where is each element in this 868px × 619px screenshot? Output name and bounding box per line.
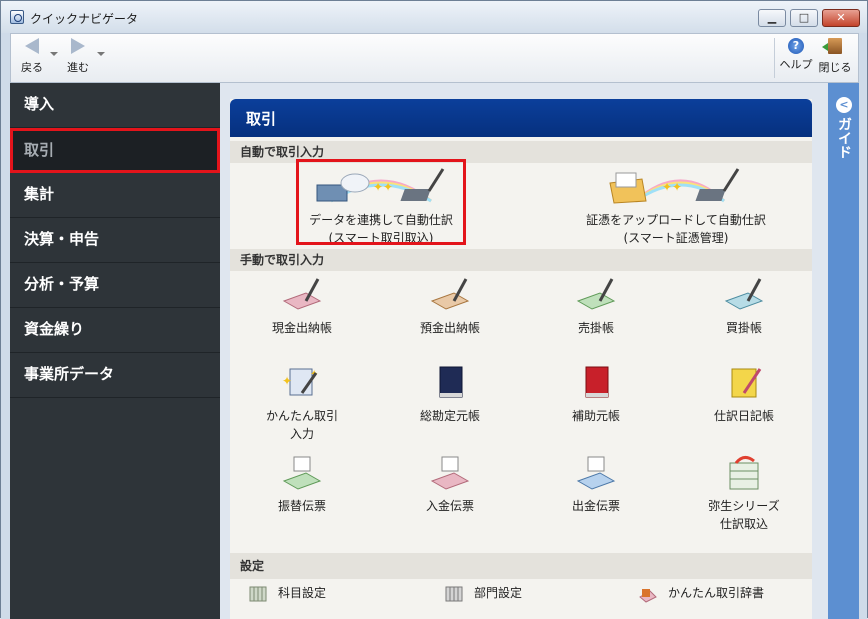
cash-book-label: 現金出納帳: [271, 321, 332, 335]
easy-entry-icon: ✦ ✦: [282, 368, 318, 396]
sidebar-item-setup[interactable]: 導入: [10, 83, 220, 128]
payment-slip-label: 出金伝票: [571, 499, 620, 513]
smart-voucher-line1: 証憑をアップロードして自動仕訳: [586, 213, 766, 227]
window-frame-right: [859, 33, 867, 619]
receivables-book-icon: [576, 278, 616, 310]
sidebar-item-closing[interactable]: 決算・申告: [10, 218, 220, 263]
deposit-slip-item[interactable]: 入金伝票: [390, 455, 510, 515]
title-bar: クイックナビゲータ ▁ □ ✕: [1, 1, 867, 33]
transactions-panel: 取引 自動で取引入力 ✦✦ データを連携して自動仕訳 (スマート取引取込) ✦✦…: [230, 99, 812, 619]
main-area: 取引 自動で取引入力 ✦✦ データを連携して自動仕訳 (スマート取引取込) ✦✦…: [220, 83, 828, 619]
settings-section-header: 設定: [230, 553, 812, 579]
back-dropdown-icon[interactable]: [50, 52, 58, 56]
sidebar-item-business-data[interactable]: 事業所データ: [10, 353, 220, 398]
help-icon: ?: [788, 38, 804, 54]
window-title: クイックナビゲータ: [30, 12, 139, 26]
panel-title: 取引: [230, 99, 812, 137]
smart-voucher-line2: (スマート証憑管理): [623, 231, 729, 245]
department-settings-icon: [445, 586, 463, 601]
chevron-left-icon: <: [836, 97, 852, 113]
svg-text:✦: ✦: [282, 374, 292, 388]
payment-slip-icon: [576, 456, 616, 490]
yayoi-import-icon: [729, 456, 759, 490]
easy-entry-dictionary-label: かんたん取引辞書: [668, 586, 765, 600]
payables-book-icon: [724, 278, 764, 310]
toolbar: 戻る 進む ? ヘルプ 閉じる: [10, 33, 859, 83]
help-button[interactable]: ? ヘルプ: [778, 38, 814, 72]
payables-item[interactable]: 買掛帳: [684, 275, 804, 337]
journal-icon: [731, 368, 762, 398]
general-ledger-icon: [439, 366, 463, 398]
easy-entry-dictionary-item[interactable]: かんたん取引辞書: [638, 584, 764, 603]
smart-voucher-item[interactable]: ✦✦ 証憑をアップロードして自動仕訳 (スマート証憑管理): [576, 161, 776, 247]
department-settings-item[interactable]: 部門設定: [444, 584, 522, 603]
general-ledger-item[interactable]: 総勘定元帳: [390, 363, 510, 425]
easy-entry-item[interactable]: ✦ ✦ かんたん取引 入力: [242, 363, 362, 443]
account-settings-item[interactable]: 科目設定: [248, 584, 326, 603]
sidebar-item-analysis[interactable]: 分析・予算: [10, 263, 220, 308]
deposit-slip-icon: [430, 456, 470, 490]
sub-ledger-label: 補助元帳: [571, 409, 620, 423]
receivables-label: 売掛帳: [577, 321, 614, 335]
sidebar-item-summary[interactable]: 集計: [10, 173, 220, 218]
department-settings-label: 部門設定: [474, 586, 523, 600]
bank-book-item[interactable]: 預金出納帳: [390, 275, 510, 337]
highlight-box: [296, 159, 466, 245]
journal-label: 仕訳日記帳: [713, 409, 774, 423]
payment-slip-item[interactable]: 出金伝票: [536, 455, 656, 515]
manual-input-section-header: 手動で取引入力: [230, 249, 812, 271]
yayoi-import-line2: 仕訳取込: [719, 517, 768, 531]
back-button[interactable]: 戻る: [17, 38, 47, 75]
yayoi-import-item[interactable]: 弥生シリーズ 仕訳取込: [684, 455, 804, 533]
journal-item[interactable]: 仕訳日記帳: [684, 363, 804, 425]
minimize-button[interactable]: ▁: [758, 9, 786, 27]
cash-book-icon: [282, 278, 322, 310]
guide-label: ガイド: [836, 117, 852, 159]
guide-panel-toggle[interactable]: < ガイド: [828, 83, 859, 619]
transfer-slip-icon: [282, 456, 322, 490]
dictionary-icon: [639, 588, 657, 603]
forward-button[interactable]: 進む: [63, 38, 93, 75]
svg-text:✦✦: ✦✦: [662, 180, 682, 194]
deposit-slip-label: 入金伝票: [425, 499, 474, 513]
exit-door-icon: [822, 38, 842, 54]
receivables-item[interactable]: 売掛帳: [536, 275, 656, 337]
cash-book-item[interactable]: 現金出納帳: [242, 275, 362, 337]
yayoi-import-line1: 弥生シリーズ: [708, 499, 780, 513]
sidebar-item-transactions[interactable]: 取引: [10, 128, 220, 173]
sidebar: 導入 取引 集計 決算・申告 分析・予算 資金繰り 事業所データ: [10, 83, 220, 619]
general-ledger-label: 総勘定元帳: [419, 409, 480, 423]
easy-entry-line2: 入力: [289, 427, 314, 441]
forward-label: 進む: [67, 61, 89, 74]
sub-ledger-icon: [585, 366, 609, 398]
back-arrow-icon: [25, 38, 39, 54]
easy-entry-line1: かんたん取引: [265, 409, 338, 423]
forward-dropdown-icon[interactable]: [97, 52, 105, 56]
app-window: クイックナビゲータ ▁ □ ✕ 戻る 進む ? ヘルプ 閉じる 導入 取引 集計…: [0, 0, 868, 619]
close-label: 閉じる: [818, 61, 852, 74]
close-window-button[interactable]: ✕: [822, 9, 860, 27]
forward-arrow-icon: [71, 38, 85, 54]
maximize-button[interactable]: □: [790, 9, 818, 27]
account-settings-label: 科目設定: [278, 586, 327, 600]
app-icon: [10, 10, 24, 24]
toolbar-divider: [774, 38, 775, 78]
close-button[interactable]: 閉じる: [816, 38, 854, 75]
help-label: ヘルプ: [779, 58, 813, 71]
window-frame-left: [1, 33, 10, 619]
voucher-upload-auto-icon: ✦✦: [609, 168, 740, 204]
payables-label: 買掛帳: [725, 321, 762, 335]
bank-book-icon: [430, 278, 470, 310]
account-settings-icon: [249, 586, 267, 601]
transfer-slip-item[interactable]: 振替伝票: [242, 455, 362, 515]
bank-book-label: 預金出納帳: [419, 321, 480, 335]
sub-ledger-item[interactable]: 補助元帳: [536, 363, 656, 425]
transfer-slip-label: 振替伝票: [277, 499, 326, 513]
back-label: 戻る: [21, 61, 43, 74]
sidebar-item-cashflow[interactable]: 資金繰り: [10, 308, 220, 353]
